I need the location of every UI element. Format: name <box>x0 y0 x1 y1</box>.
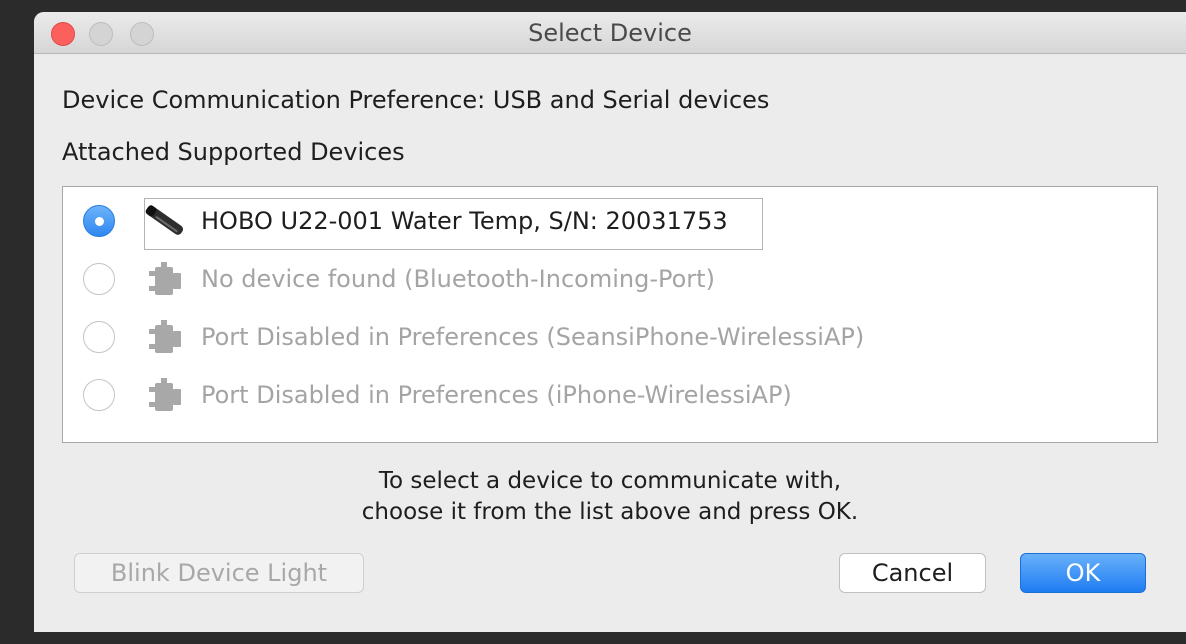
device-radio-iphone[interactable] <box>83 379 115 411</box>
serial-port-icon <box>149 378 181 411</box>
device-row-bluetooth[interactable]: No device found (Bluetooth-Incoming-Port… <box>63 254 1157 304</box>
device-label-seansiphone: Port Disabled in Preferences (SeansiPhon… <box>201 323 865 351</box>
title-bar[interactable]: Select Device <box>34 12 1186 54</box>
device-radio-hobo-u22[interactable] <box>83 205 115 237</box>
logger-icon <box>145 205 184 235</box>
serial-port-icon <box>149 320 181 353</box>
communication-preference: Device Communication Preference: USB and… <box>62 86 769 114</box>
blink-device-light-button[interactable]: Blink Device Light <box>74 553 364 593</box>
cancel-button[interactable]: Cancel <box>839 553 986 593</box>
select-device-dialog: Select Device Device Communication Prefe… <box>34 12 1186 632</box>
device-row-hobo-u22[interactable]: HOBO U22-001 Water Temp, S/N: 20031753 <box>63 196 1157 250</box>
window-title: Select Device <box>528 19 692 47</box>
ok-button[interactable]: OK <box>1020 553 1146 593</box>
preference-label: Device Communication Preference: <box>62 86 486 114</box>
device-radio-bluetooth[interactable] <box>83 263 115 295</box>
device-label-bluetooth: No device found (Bluetooth-Incoming-Port… <box>201 265 715 293</box>
instructions-line-2: choose it from the list above and press … <box>361 499 859 525</box>
device-row-iphone[interactable]: Port Disabled in Preferences (iPhone-Wir… <box>63 370 1157 420</box>
device-radio-seansiphone[interactable] <box>83 321 115 353</box>
preference-value: USB and Serial devices <box>492 86 770 114</box>
device-label-hobo-u22: HOBO U22-001 Water Temp, S/N: 20031753 <box>201 207 728 235</box>
device-row-seansiphone[interactable]: Port Disabled in Preferences (SeansiPhon… <box>63 312 1157 362</box>
devices-section-label: Attached Supported Devices <box>62 138 405 166</box>
device-list[interactable]: HOBO U22-001 Water Temp, S/N: 20031753 N… <box>62 186 1158 443</box>
device-label-iphone: Port Disabled in Preferences (iPhone-Wir… <box>201 381 792 409</box>
instructions-text: To select a device to communicate with, … <box>34 466 1186 528</box>
instructions-line-1: To select a device to communicate with, <box>378 468 842 494</box>
serial-port-icon <box>149 262 181 295</box>
